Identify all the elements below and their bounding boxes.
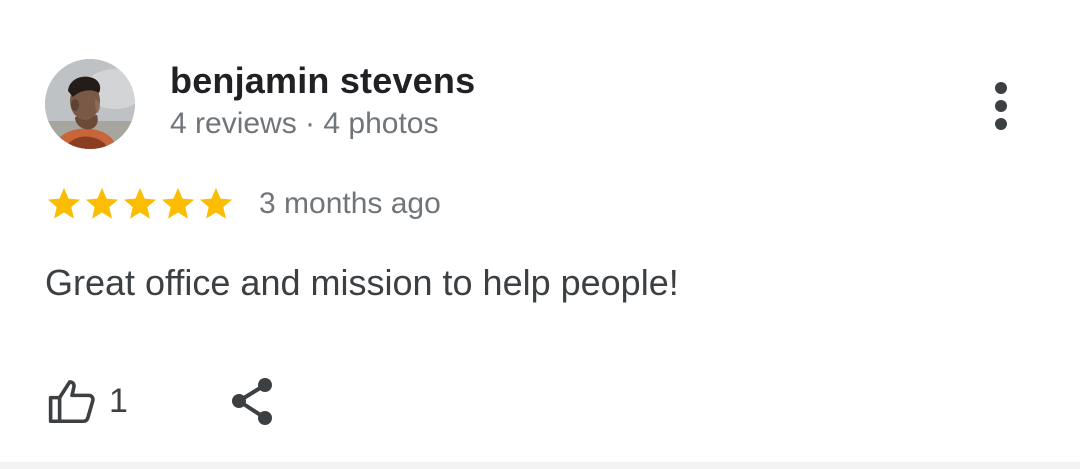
avatar[interactable] xyxy=(45,59,135,149)
divider xyxy=(0,462,1080,469)
share-icon xyxy=(232,378,272,425)
star-icon xyxy=(199,187,233,219)
review-card: benjamin stevens 4 reviews · 4 photos 3 … xyxy=(0,0,1080,462)
more-vert-icon xyxy=(995,82,1007,94)
more-vert-icon-dot xyxy=(995,100,1007,112)
star-rating xyxy=(45,185,235,223)
thumbs-up-icon xyxy=(48,380,95,424)
like-count: 1 xyxy=(109,381,128,420)
more-vert-icon-dot xyxy=(995,118,1007,130)
more-options-button[interactable] xyxy=(980,80,1024,132)
review-date: 3 months ago xyxy=(259,187,441,220)
star-icon xyxy=(85,187,119,219)
rating-row: 3 months ago xyxy=(45,184,441,224)
share-button[interactable] xyxy=(228,376,278,428)
like-button[interactable]: 1 xyxy=(45,372,128,430)
reviewer-meta[interactable]: 4 reviews · 4 photos xyxy=(170,107,438,141)
star-icon xyxy=(161,187,195,219)
profile-photo-icon xyxy=(45,59,135,149)
reviewer-name[interactable]: benjamin stevens xyxy=(170,60,475,102)
star-icon xyxy=(47,187,81,219)
star-icon xyxy=(123,187,157,219)
review-text: Great office and mission to help people! xyxy=(45,262,679,303)
